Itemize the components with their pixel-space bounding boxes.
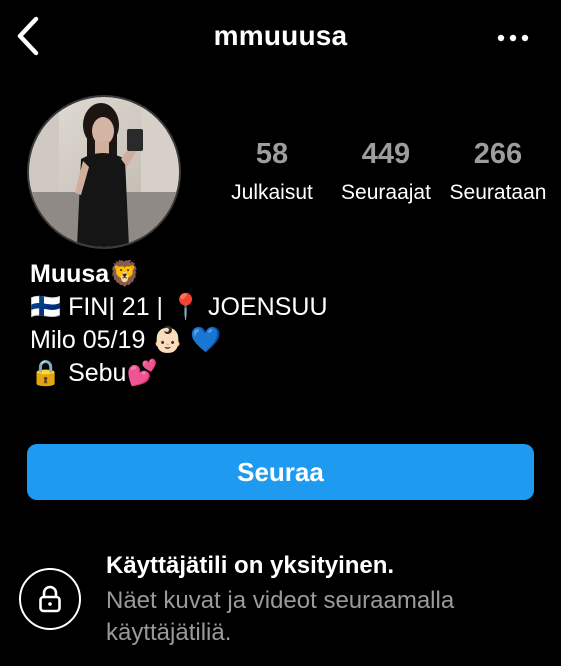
private-account-title: Käyttäjätili on yksityinen. — [106, 552, 395, 579]
following-count-label: Seurataan — [449, 181, 547, 204]
bio-line-child: Milo 05/19 👶🏻 💙 — [30, 326, 222, 354]
followers-count-label: Seuraajat — [341, 181, 431, 204]
profile-username: mmuuusa — [213, 20, 348, 51]
profile-bio: Muusa🦁 🇫🇮 FIN| 21 | 📍 JOENSUU Milo 05/19… — [30, 258, 530, 390]
bio-line-partner: 🔒 Sebu💕 — [30, 359, 158, 387]
avatar-photo — [29, 97, 179, 247]
more-options-button[interactable] — [493, 24, 533, 52]
more-horizontal-icon — [497, 34, 529, 42]
followers-count-value: 449 — [361, 138, 411, 170]
profile-stats: 58 Julkaisut 449 Seuraajat 266 Seurataan — [210, 136, 560, 216]
bio-line-location: 🇫🇮 FIN| 21 | 📍 JOENSUU — [30, 293, 328, 321]
private-lock-badge — [19, 568, 81, 630]
following-count-value: 266 — [473, 138, 523, 170]
follow-button[interactable]: Seuraa — [27, 444, 534, 500]
profile-avatar[interactable] — [27, 95, 181, 249]
posts-count[interactable]: 58 Julkaisut — [222, 136, 322, 208]
followers-count[interactable]: 449 Seuraajat — [334, 136, 438, 208]
private-account-subtitle: Näet kuvat ja videot seuraamalla käyttäj… — [106, 587, 455, 646]
lock-icon — [39, 585, 61, 613]
following-count[interactable]: 266 Seurataan — [446, 136, 550, 208]
posts-count-label: Julkaisut — [231, 181, 313, 204]
posts-count-value: 58 — [255, 138, 289, 170]
profile-header: mmuuusa — [0, 0, 561, 76]
profile-display-name: Muusa🦁 — [30, 260, 141, 288]
